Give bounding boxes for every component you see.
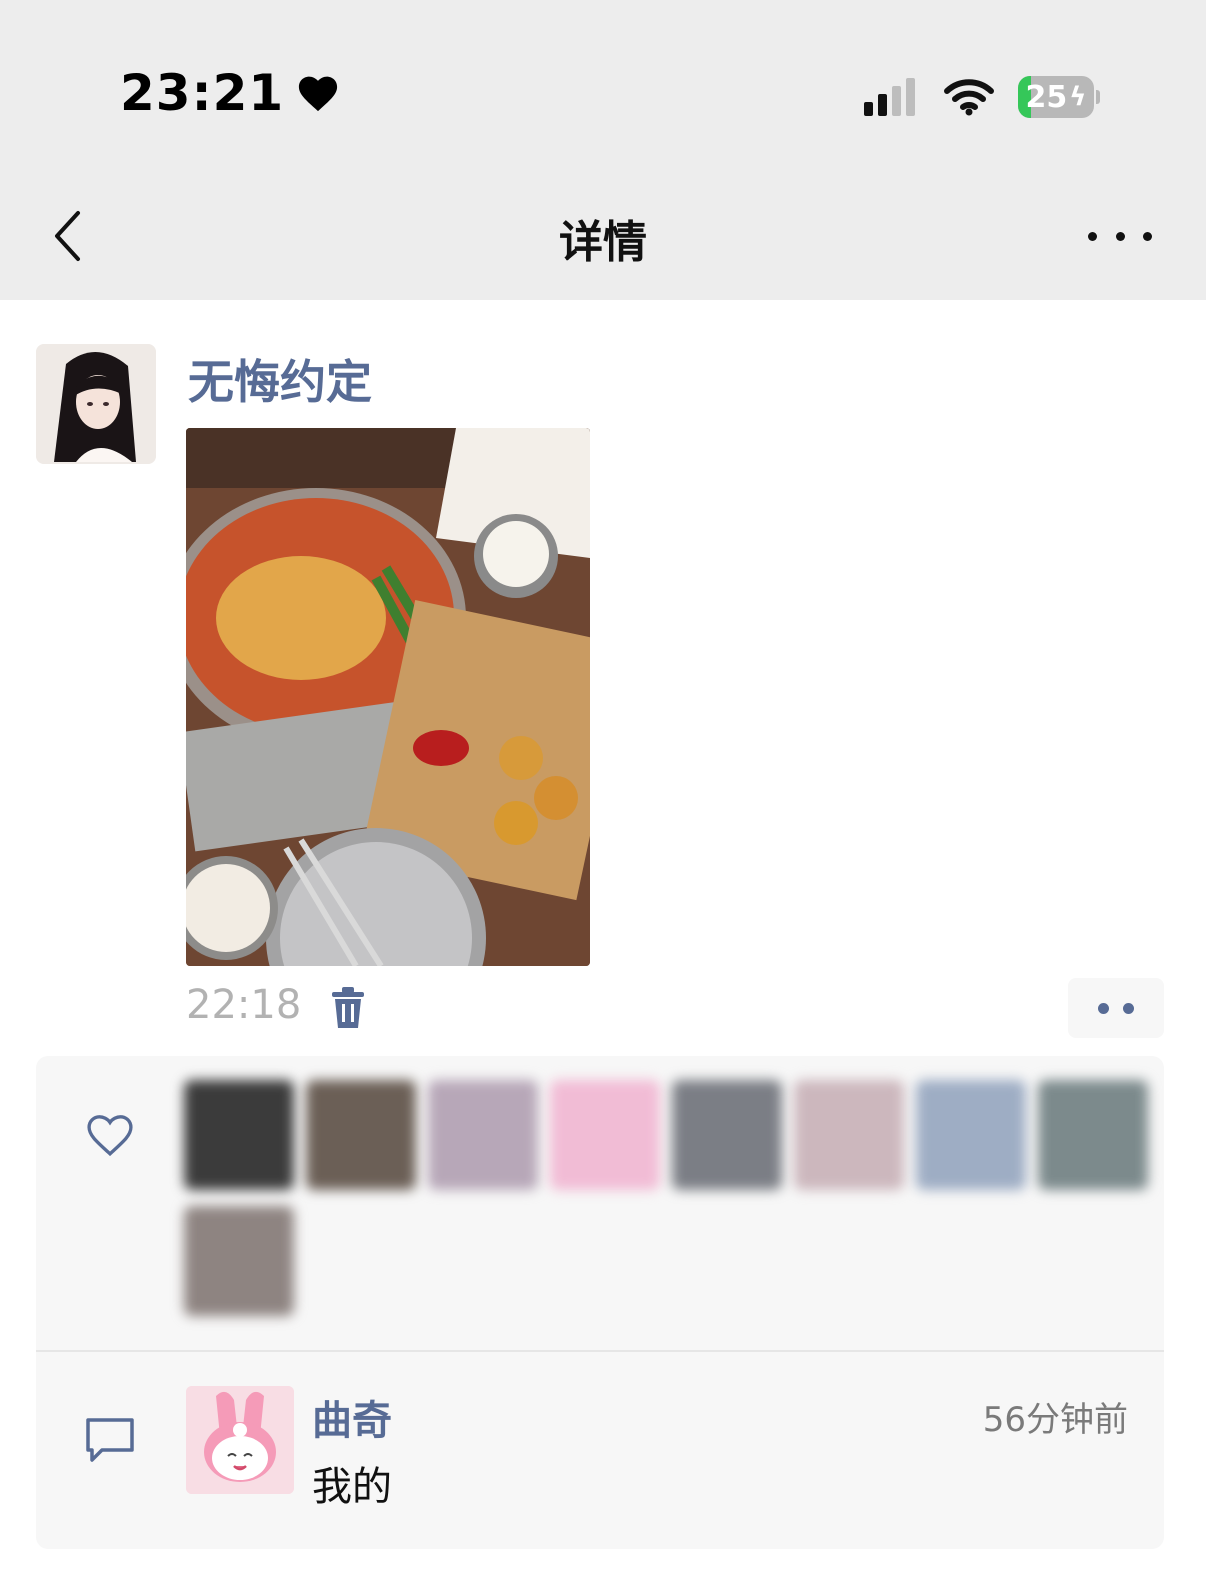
trash-icon[interactable] — [330, 986, 366, 1030]
divider — [36, 1350, 1164, 1352]
top-bar: 23:21 25 ϟ 详情 — [0, 0, 1206, 300]
post-time: 22:18 — [186, 982, 302, 1028]
liker-avatar[interactable] — [550, 1080, 660, 1190]
more-button[interactable] — [1088, 218, 1152, 254]
commenter-name[interactable]: 曲奇 — [312, 1388, 392, 1446]
status-time: 23:21 — [120, 64, 340, 122]
liker-avatar[interactable] — [1038, 1080, 1148, 1190]
action-dot — [1123, 1002, 1134, 1014]
interactions-panel: 曲奇 56分钟前 我的 — [36, 1056, 1164, 1549]
battery-charging-icon: 25 ϟ — [1018, 76, 1094, 118]
battery-level: 25 — [1025, 79, 1068, 115]
heart-icon — [296, 73, 340, 113]
more-dot — [1143, 231, 1152, 241]
comment-time: 56分钟前 — [982, 1400, 1128, 1440]
battery-tip — [1096, 90, 1100, 104]
commenter-avatar[interactable] — [186, 1386, 294, 1494]
signal-icon — [864, 78, 915, 116]
action-dot — [1098, 1002, 1109, 1014]
post-photo[interactable] — [186, 428, 590, 966]
liker-avatar[interactable] — [672, 1080, 782, 1190]
liker-avatars — [184, 1080, 1164, 1316]
heart-outline-icon — [84, 1112, 136, 1162]
author-avatar[interactable] — [36, 344, 156, 464]
more-dot — [1115, 231, 1125, 241]
liker-avatar[interactable] — [306, 1080, 416, 1190]
wifi-icon — [944, 78, 994, 120]
liker-avatar[interactable] — [428, 1080, 538, 1190]
like-comment-button[interactable] — [1068, 978, 1164, 1038]
liker-avatar[interactable] — [916, 1080, 1026, 1190]
page-title: 详情 — [559, 217, 647, 268]
liker-avatar[interactable] — [794, 1080, 904, 1190]
author-name[interactable]: 无悔约定 — [188, 346, 372, 412]
liker-avatar[interactable] — [184, 1206, 294, 1316]
comment-text[interactable]: 我的 — [312, 1454, 392, 1512]
status-time-text: 23:21 — [120, 64, 285, 122]
comment-icon — [84, 1416, 136, 1468]
more-dot — [1088, 231, 1097, 241]
liker-avatar[interactable] — [184, 1080, 294, 1190]
